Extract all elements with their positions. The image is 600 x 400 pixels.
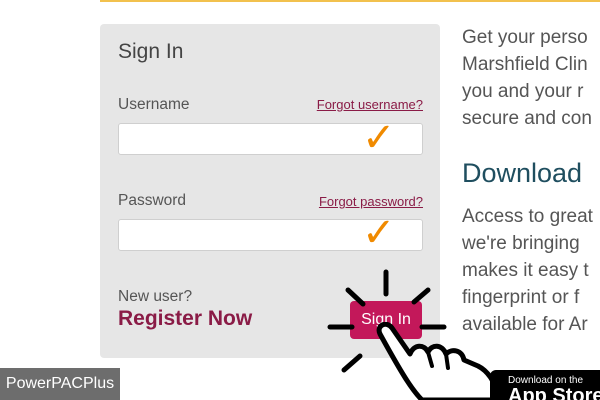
download-line: makes it easy t bbox=[462, 260, 589, 281]
new-user-label: New user? bbox=[118, 288, 193, 305]
intro-text: Get your perso Marshfield Clin you and y… bbox=[462, 24, 600, 132]
download-line: available for Ar bbox=[462, 314, 588, 335]
signin-title: Sign In bbox=[118, 40, 184, 63]
download-text: Access to great we're bringing makes it … bbox=[462, 203, 600, 338]
intro-line: Get your perso bbox=[462, 27, 588, 48]
intro-line: you and your r bbox=[462, 81, 584, 102]
checkmark-icon: ✓ bbox=[362, 210, 396, 256]
download-heading: Download bbox=[462, 158, 583, 188]
forgot-username-link[interactable]: Forgot username? bbox=[317, 97, 423, 112]
badge-big-text: App Store bbox=[508, 385, 600, 400]
download-line: we're bringing bbox=[462, 233, 580, 254]
download-line: Access to great bbox=[462, 206, 593, 227]
app-store-badge[interactable]: Download on the App Store bbox=[490, 370, 600, 400]
username-label: Username bbox=[118, 96, 190, 113]
intro-line: Marshfield Clin bbox=[462, 54, 588, 75]
intro-line: secure and con bbox=[462, 108, 592, 129]
top-accent-strip bbox=[100, 0, 600, 2]
register-now-link[interactable]: Register Now bbox=[118, 307, 252, 331]
forgot-password-link[interactable]: Forgot password? bbox=[319, 194, 423, 209]
download-line: fingerprint or f bbox=[462, 287, 580, 308]
password-label: Password bbox=[118, 192, 187, 209]
checkmark-icon: ✓ bbox=[362, 115, 396, 161]
watermark-label: PowerPACPlus bbox=[0, 368, 120, 400]
